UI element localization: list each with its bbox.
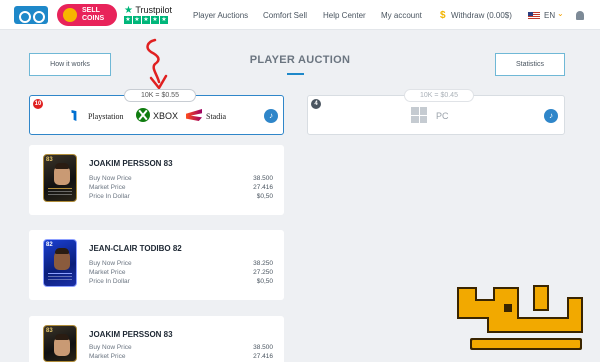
xbox-label: XBOX — [153, 111, 179, 121]
player-card[interactable]: 82 JEAN-CLAIR TODIBO 82 Buy Now Price 38.… — [29, 230, 284, 300]
price-label: Market Price — [89, 184, 126, 191]
top-navbar: SELL COINS ★ Trustpilot ★ ★ ★ ★ ★ Player… — [0, 0, 600, 30]
platform-count-badge: 10 — [33, 99, 43, 109]
player-name: JOAKIM PERSSON 83 — [89, 330, 173, 339]
rating-star-icon: ★ — [160, 16, 168, 24]
platform-card-pc[interactable]: 4 10K = $0.45 PC ♪ — [307, 89, 565, 135]
watermark-logo-icon — [457, 285, 583, 350]
dollar-value: $0,50 — [256, 278, 273, 285]
nav-comfort-sell[interactable]: Comfort Sell — [263, 11, 307, 20]
bell-icon[interactable] — [576, 11, 584, 20]
price-label: Buy Now Price — [89, 175, 132, 182]
player-card[interactable]: 83 JOAKIM PERSSON 83 Buy Now Price 38.500… — [29, 145, 284, 215]
withdraw-label: Withdraw (0.00$) — [451, 11, 512, 20]
page-title: PLAYER AUCTION — [249, 54, 351, 66]
stadia-label: Stadia — [206, 112, 226, 121]
player-card-image: 83 — [43, 154, 77, 202]
withdraw-link[interactable]: $ Withdraw (0.00$) — [440, 10, 512, 21]
coin-icon — [63, 8, 77, 22]
windows-icon — [411, 107, 427, 123]
nav-my-account[interactable]: My account — [381, 11, 422, 20]
price-label: Price In Dollar — [89, 278, 130, 285]
player-face — [54, 248, 70, 270]
player-rating: 83 — [46, 328, 53, 334]
sell-coins-label-bottom: COINS — [82, 15, 105, 22]
rating-star-icon: ★ — [133, 16, 141, 24]
player-card-image: 83 — [43, 325, 77, 362]
rating-star-icon: ★ — [124, 16, 132, 24]
stadia-icon — [186, 109, 202, 121]
platform-count-badge: 4 — [311, 99, 321, 109]
trustpilot-label: Trustpilot — [135, 5, 172, 15]
buy-now-value: 38.500 — [253, 344, 273, 351]
price-label: Market Price — [89, 353, 126, 360]
trustpilot-star-icon: ★ — [124, 5, 133, 16]
market-value: 27.416 — [253, 353, 273, 360]
buy-now-value: 38.500 — [253, 175, 273, 182]
rate-pill: 10K = $0.55 — [124, 89, 196, 102]
player-name: JEAN-CLAIR TODIBO 82 — [89, 244, 182, 253]
market-price-row: Market Price 27.416 — [89, 184, 273, 191]
nav-player-auctions[interactable]: Player Auctions — [193, 11, 248, 20]
sell-coins-label-top: SELL — [82, 7, 100, 14]
rating-star-icon: ★ — [151, 16, 159, 24]
buy-now-value: 38.250 — [253, 260, 273, 267]
player-face — [54, 163, 70, 185]
rate-pill: 10K = $0.45 — [404, 89, 474, 102]
rating-star-icon: ★ — [142, 16, 150, 24]
market-price-row: Market Price 27.416 — [89, 353, 273, 360]
dollar-coin-icon: $ — [440, 10, 446, 21]
player-stats — [48, 273, 72, 283]
playstation-label: Playstation — [88, 112, 124, 121]
player-card-image: 82 — [43, 239, 77, 287]
playstation-icon — [71, 110, 77, 121]
dollar-price-row: Price In Dollar $0,50 — [89, 278, 273, 285]
trustpilot-rating-stars: ★ ★ ★ ★ ★ — [124, 16, 168, 24]
price-label: Buy Now Price — [89, 260, 132, 267]
language-selector[interactable]: EN — [544, 11, 555, 20]
player-name: JOAKIM PERSSON 83 — [89, 159, 173, 168]
logo-icon[interactable] — [14, 6, 48, 24]
xbox-icon — [136, 108, 150, 122]
price-label: Buy Now Price — [89, 344, 132, 351]
market-price-row: Market Price 27.250 — [89, 269, 273, 276]
player-rating: 83 — [46, 157, 53, 163]
market-value: 27.250 — [253, 269, 273, 276]
annotation-arrow-icon — [146, 38, 168, 90]
us-flag-icon[interactable] — [528, 12, 540, 20]
market-value: 27.416 — [253, 184, 273, 191]
dollar-value: $0,50 — [256, 193, 273, 200]
player-stats — [48, 188, 72, 198]
price-label: Market Price — [89, 269, 126, 276]
sell-coins-button[interactable]: SELL COINS — [57, 4, 117, 26]
player-face — [54, 334, 70, 356]
buy-now-price-row: Buy Now Price 38.500 — [89, 175, 273, 182]
trustpilot-link[interactable]: ★ Trustpilot — [124, 5, 172, 16]
statistics-button[interactable]: Statistics — [495, 53, 565, 76]
player-rating: 82 — [46, 242, 53, 248]
price-label: Price In Dollar — [89, 193, 130, 200]
sound-icon[interactable]: ♪ — [544, 109, 558, 123]
dollar-price-row: Price In Dollar $0,50 — [89, 193, 273, 200]
title-underline — [287, 73, 304, 75]
buy-now-price-row: Buy Now Price 38.500 — [89, 344, 273, 351]
chevron-down-icon[interactable]: ⌄ — [557, 9, 564, 18]
how-it-works-button[interactable]: How it works — [29, 53, 111, 76]
buy-now-price-row: Buy Now Price 38.250 — [89, 260, 273, 267]
player-card[interactable]: 83 JOAKIM PERSSON 83 Buy Now Price 38.500… — [29, 316, 284, 362]
sound-icon[interactable]: ♪ — [264, 109, 278, 123]
nav-help-center[interactable]: Help Center — [323, 11, 366, 20]
platform-card-console[interactable]: 10 10K = $0.55 Playstation XBOX Stadia ♪ — [29, 89, 284, 135]
pc-label: PC — [436, 111, 449, 121]
